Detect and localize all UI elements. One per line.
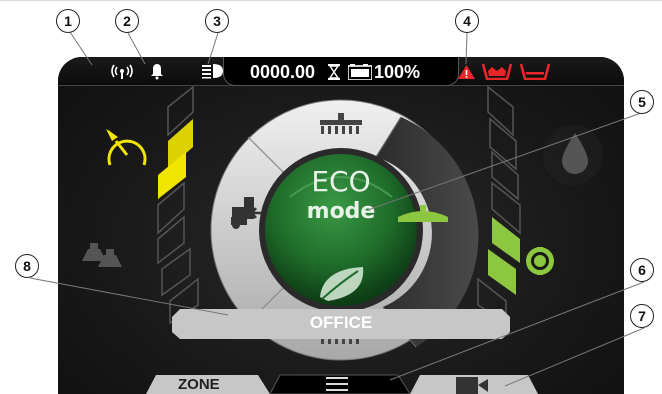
callout-1: 1 xyxy=(56,9,80,33)
callout-2: 2 xyxy=(115,9,139,33)
callout-6: 6 xyxy=(630,258,654,282)
callout-4: 4 xyxy=(455,9,479,33)
callout-3: 3 xyxy=(205,9,229,33)
callout-7: 7 xyxy=(630,304,654,328)
callout-5: 5 xyxy=(630,90,654,114)
callout-lines xyxy=(29,31,645,387)
callout-8: 8 xyxy=(15,254,39,278)
